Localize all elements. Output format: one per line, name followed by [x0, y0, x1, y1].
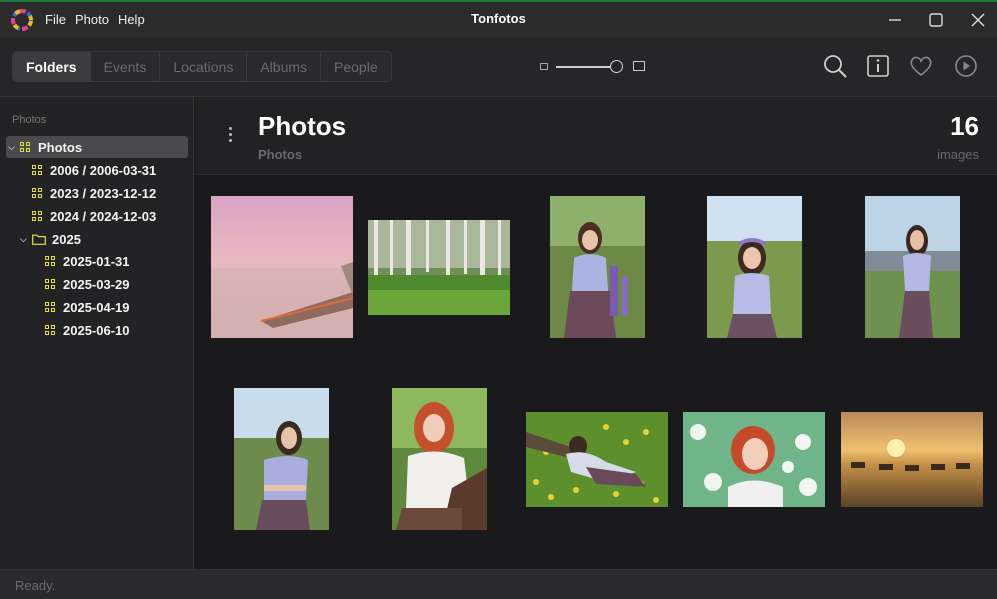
toolbar: Folders Events Locations Albums People	[0, 37, 997, 97]
play-icon[interactable]	[953, 53, 979, 79]
photo-thumbnail[interactable]	[550, 196, 645, 338]
chevron-down-icon[interactable]: ⌵	[20, 234, 30, 245]
sidebar-item-label: Photos	[38, 139, 83, 155]
search-icon[interactable]	[822, 53, 848, 79]
grid-icon	[45, 324, 56, 336]
grid-icon	[45, 278, 56, 290]
photo-thumbnail[interactable]	[526, 412, 668, 507]
page-subtitle: Photos	[258, 147, 303, 162]
photo-thumbnail[interactable]	[211, 196, 353, 338]
title-bar: File Photo Help Tonfotos	[0, 0, 997, 37]
tab-locations[interactable]: Locations	[160, 52, 248, 81]
minimize-button[interactable]	[880, 7, 910, 33]
sidebar-item-2025-03-29[interactable]: 2025-03-29	[45, 273, 130, 295]
sidebar-item-2023[interactable]: 2023 / 2023-12-12	[32, 182, 156, 204]
photo-thumbnail[interactable]	[234, 388, 329, 530]
maximize-button[interactable]	[921, 7, 951, 33]
grid-icon	[20, 141, 31, 153]
menu-photo[interactable]: Photo	[75, 12, 109, 27]
close-icon	[971, 13, 985, 27]
maximize-icon	[929, 13, 943, 27]
sidebar-item-2025[interactable]: ⌵ 2025	[20, 228, 81, 250]
folder-icon	[32, 234, 46, 245]
photo-thumbnail[interactable]	[707, 196, 802, 338]
slider-track[interactable]	[556, 66, 616, 68]
tab-events[interactable]: Events	[91, 52, 161, 81]
photo-thumbnail[interactable]	[368, 220, 510, 315]
more-options-icon[interactable]	[225, 127, 235, 147]
minimize-icon	[889, 19, 901, 21]
small-image-icon	[540, 63, 548, 70]
sidebar-item-label: 2025-04-19	[63, 299, 130, 315]
menu-help[interactable]: Help	[118, 12, 145, 27]
tab-people[interactable]: People	[321, 52, 391, 81]
menu-file[interactable]: File	[45, 12, 66, 27]
sidebar-item-2006[interactable]: 2006 / 2006-03-31	[32, 159, 156, 181]
sidebar-item-2025-01-31[interactable]: 2025-01-31	[45, 250, 130, 272]
info-icon[interactable]	[865, 53, 891, 79]
grid-icon	[32, 187, 43, 199]
sidebar-item-2025-04-19[interactable]: 2025-04-19	[45, 296, 130, 318]
menu-bar: File Photo Help	[45, 2, 154, 37]
grid-icon	[45, 255, 56, 267]
sidebar-item-label: 2025-06-10	[63, 322, 130, 338]
chevron-down-icon[interactable]: ⌵	[8, 142, 18, 153]
app-logo-icon	[11, 9, 33, 31]
sidebar-item-2025-06-10[interactable]: 2025-06-10	[45, 319, 130, 341]
photo-grid-panel: Photos Photos 16 images	[195, 97, 997, 569]
grid-icon	[32, 164, 43, 176]
large-image-icon	[633, 61, 645, 71]
status-bar: Ready.	[0, 569, 997, 599]
sidebar-item-label: 2025-01-31	[63, 253, 130, 269]
page-title: Photos	[258, 111, 347, 141]
slider-handle[interactable]	[610, 60, 623, 73]
photo-thumbnail[interactable]	[683, 412, 825, 507]
thumbnail-size-slider[interactable]	[538, 58, 648, 76]
folder-sidebar: Photos ⌵ Photos 2006 / 2006-03-31 2023 /…	[0, 97, 194, 569]
image-count-label: images	[937, 147, 979, 162]
sidebar-item-label: 2025	[52, 231, 81, 247]
gallery-header: Photos Photos 16 images	[195, 97, 997, 175]
heart-icon[interactable]	[908, 53, 934, 79]
sidebar-header: Photos	[12, 114, 47, 126]
photo-thumbnail[interactable]	[841, 412, 983, 507]
status-text: Ready.	[15, 578, 56, 593]
sidebar-item-label: 2025-03-29	[63, 276, 130, 292]
view-tabs: Folders Events Locations Albums People	[12, 51, 392, 82]
sidebar-item-label: 2023 / 2023-12-12	[50, 185, 157, 201]
photo-thumbnail[interactable]	[392, 388, 487, 530]
grid-icon	[32, 210, 43, 222]
sidebar-item-2024[interactable]: 2024 / 2024-12-03	[32, 205, 156, 227]
photo-thumbnail[interactable]	[865, 196, 960, 338]
sidebar-item-photos[interactable]: ⌵ Photos	[6, 136, 188, 158]
tab-albums[interactable]: Albums	[247, 52, 322, 81]
sidebar-item-label: 2006 / 2006-03-31	[50, 162, 157, 178]
sidebar-item-label: 2024 / 2024-12-03	[50, 208, 157, 224]
grid-icon	[45, 301, 56, 313]
close-button[interactable]	[963, 7, 993, 33]
image-count: 16	[950, 111, 979, 141]
tab-folders[interactable]: Folders	[13, 52, 91, 81]
